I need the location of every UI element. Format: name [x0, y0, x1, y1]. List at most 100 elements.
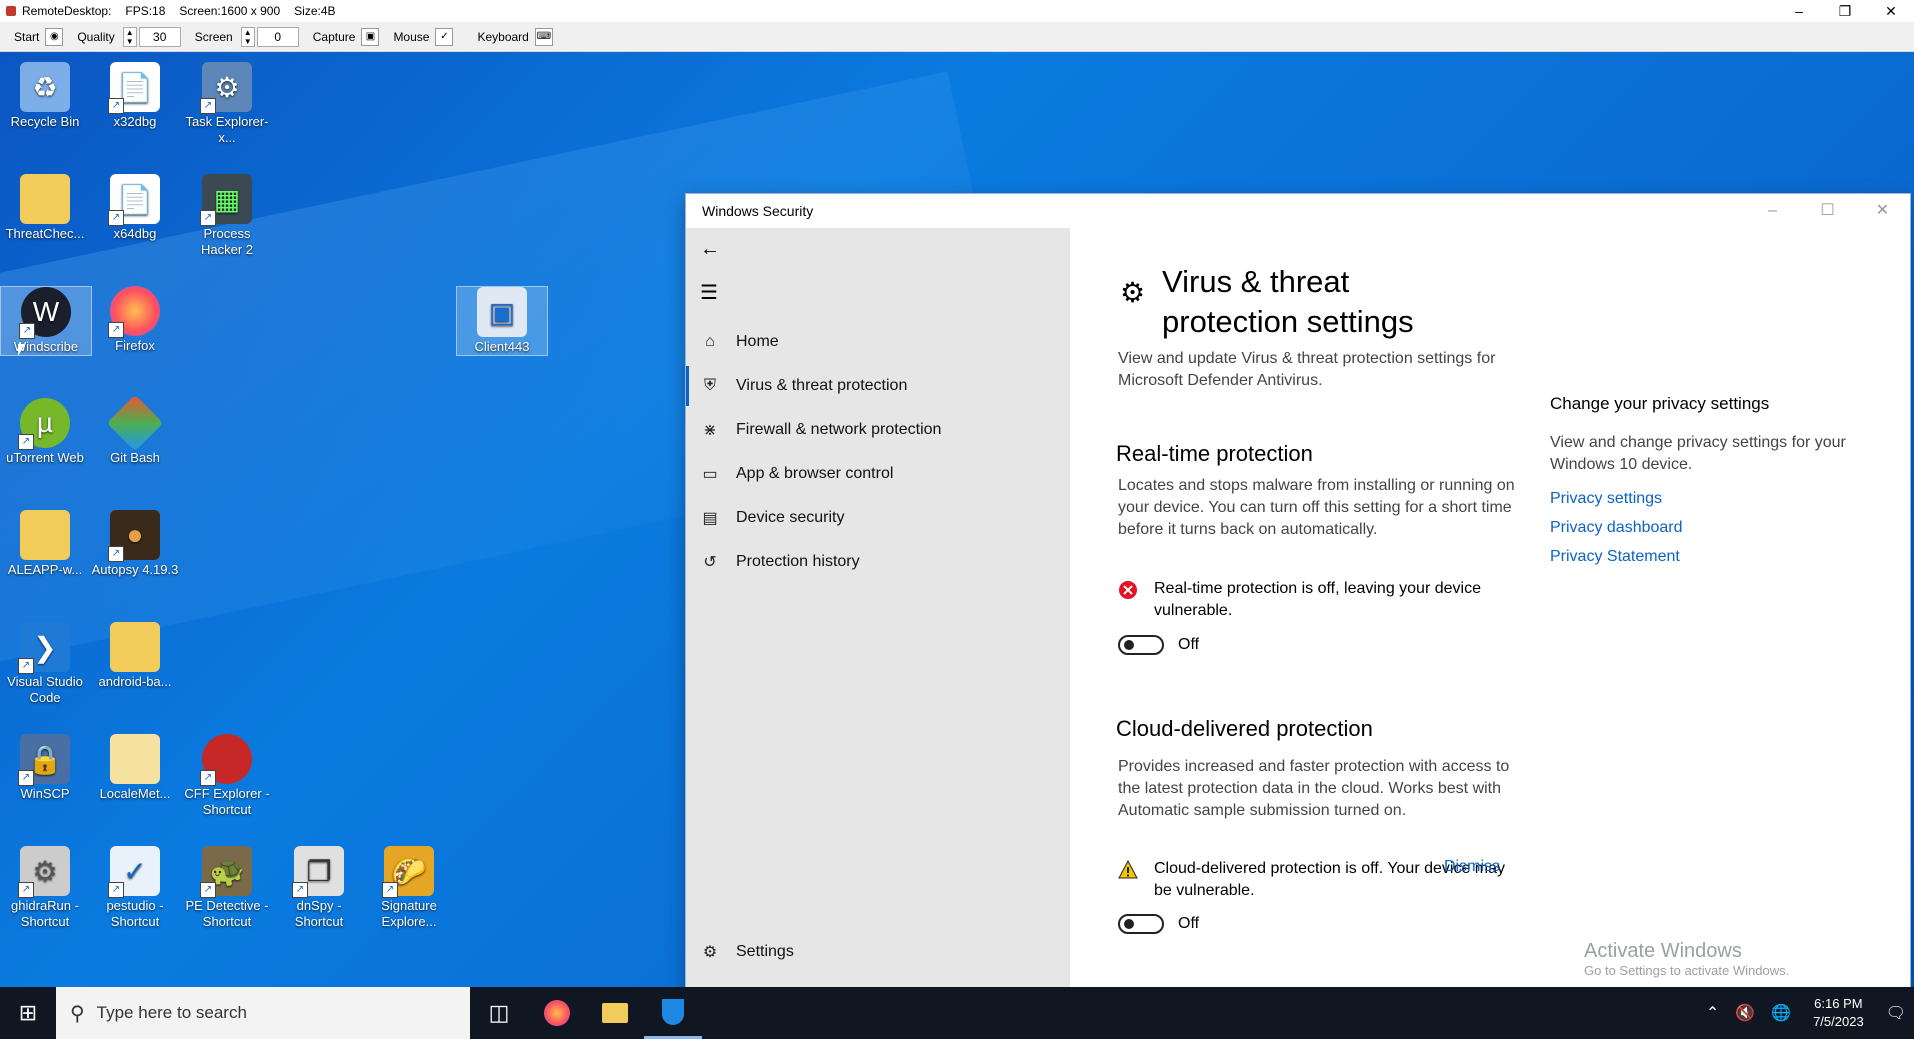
realtime-protection-toggle[interactable] [1118, 635, 1164, 655]
content-pane: ⚙ Virus & threat protection settings Vie… [1070, 228, 1910, 987]
privacy-dashboard-link[interactable]: Privacy dashboard [1550, 513, 1850, 542]
signature-explorer-icon: 🌮 ↗ [382, 846, 434, 898]
rd-title: RemoteDesktop: [22, 4, 112, 18]
remote-desktop-app-icon [6, 6, 16, 16]
start-control[interactable]: Start ◉ [14, 27, 64, 46]
realtime-body: Locates and stops malware from installin… [1118, 477, 1515, 538]
windows-security-taskbar-icon[interactable] [644, 987, 702, 1039]
nav-item-label: App & browser control [736, 465, 894, 482]
desktop-icon-autopsy[interactable]: ● ↗ Autopsy 4.19.3 [90, 510, 180, 578]
clock[interactable]: 6:16 PM 7/5/2023 [1813, 995, 1864, 1031]
minimize-icon[interactable]: – [1776, 0, 1822, 22]
desktop-icon-utorrent[interactable]: µ ↗ uTorrent Web [0, 398, 90, 466]
desktop-icon-client443[interactable]: ▣ Client443 [456, 286, 548, 356]
taskbar-search-box[interactable]: ⚲ Type here to search [56, 987, 470, 1039]
cloud-body: Provides increased and faster protection… [1118, 758, 1510, 819]
start-button-icon[interactable]: ◉ [45, 27, 64, 46]
close-icon[interactable]: ✕ [1855, 194, 1910, 228]
desktop-icon-x32dbg[interactable]: 📄 ↗ x32dbg [90, 62, 180, 130]
back-arrow-icon[interactable]: ← [700, 238, 720, 261]
gear-icon: ⚙ [702, 944, 718, 961]
history-icon: ↺ [703, 554, 717, 571]
desktop-icon-label: Signature Explore... [381, 898, 437, 929]
nav-item-protection-history[interactable]: ↺ Protection history [686, 542, 1070, 582]
desktop-icon-cff-explorer[interactable]: ↗ CFF Explorer - Shortcut [182, 734, 272, 818]
hamburger-menu-icon[interactable]: ☰ [700, 280, 718, 305]
folder-icon [20, 174, 70, 224]
window-title: Windows Security [702, 203, 814, 219]
spin-arrows-icon[interactable]: ▲ ▼ [240, 26, 255, 47]
desktop-icon-winscp[interactable]: 🔒 ↗ WinSCP [0, 734, 90, 802]
desktop-icon-label: uTorrent Web [6, 450, 84, 465]
shortcut-arrow-icon: ↗ [200, 770, 216, 786]
desktop-icon-aleapp[interactable]: ALEAPP-w... [0, 510, 90, 578]
nav-item-settings[interactable]: ⚙ Settings [686, 932, 1070, 972]
capture-button-icon[interactable]: ▣ [361, 27, 380, 46]
rd-size: Size:4B [294, 4, 336, 18]
cloud-toggle-label: Off [1178, 915, 1200, 932]
shortcut-arrow-icon: ↗ [18, 434, 34, 450]
mouse-control[interactable]: Mouse ✓ [393, 27, 454, 46]
privacy-statement-link[interactable]: Privacy Statement [1550, 542, 1850, 571]
keyboard-button-icon[interactable]: ⌨ [534, 27, 553, 46]
desktop-icon-threatcheck[interactable]: ThreatChec... [0, 174, 90, 242]
task-view-icon[interactable]: ◫ [470, 987, 528, 1039]
desktop-icon-pestudio[interactable]: ✓ ↗ pestudio - Shortcut [90, 846, 180, 930]
desktop-icon-android-ba[interactable]: android-ba... [90, 622, 180, 690]
capture-control[interactable]: Capture ▣ [313, 27, 380, 46]
shortcut-arrow-icon: ↗ [108, 322, 124, 338]
desktop-icon-signature-explorer[interactable]: 🌮 ↗ Signature Explore... [364, 846, 454, 930]
screen-value[interactable]: 0 [256, 26, 299, 47]
windows-start-icon[interactable]: ⊞ [0, 987, 56, 1039]
screen-stepper[interactable]: ▲ ▼ 0 [240, 26, 299, 47]
nav-item-label: Home [736, 333, 779, 350]
desktop-icon-pe-detective[interactable]: 🐢 ↗ PE Detective - Shortcut [182, 846, 272, 930]
shortcut-arrow-icon: ↗ [18, 658, 34, 674]
quality-value[interactable]: 30 [138, 26, 181, 47]
taskbar-firefox-icon[interactable] [528, 987, 586, 1039]
maximize-icon[interactable]: ☐ [1800, 194, 1855, 228]
desktop-icon-ghidra[interactable]: ⚙ ↗ ghidraRun - Shortcut [0, 846, 90, 930]
spin-arrows-icon[interactable]: ▲ ▼ [122, 26, 137, 47]
desktop-icon-git-bash[interactable]: Git Bash [90, 394, 180, 466]
network-globe-icon[interactable]: 🌐 [1771, 1003, 1791, 1023]
privacy-settings-link[interactable]: Privacy settings [1550, 484, 1850, 513]
desktop-icon-vscode[interactable]: ❯ ↗ Visual Studio Code [0, 622, 90, 706]
notifications-icon[interactable]: 🗨 [1886, 1003, 1906, 1023]
desktop-icon-localemet[interactable]: LocaleMet... [90, 734, 180, 802]
keyboard-control[interactable]: Keyboard ⌨ [477, 27, 553, 46]
desktop-icon-x64dbg[interactable]: 📄 ↗ x64dbg [90, 174, 180, 242]
nav-item-home[interactable]: ⌂ Home [686, 322, 1070, 362]
desktop-icon-dnspy[interactable]: ❐ ↗ dnSpy - Shortcut [274, 846, 364, 930]
close-icon[interactable]: ✕ [1868, 0, 1914, 22]
mouse-button-icon[interactable]: ✓ [435, 27, 454, 46]
activate-windows-watermark: Activate Windows Go to Settings to activ… [1584, 940, 1789, 978]
windows-security-window: Windows Security – ☐ ✕ ← ☰ ⌂ Home ⛨ Viru… [686, 194, 1910, 987]
dismiss-link[interactable]: Dismiss [1444, 858, 1500, 876]
shortcut-arrow-icon: ↗ [200, 98, 216, 114]
page-description: View and update Virus & threat protectio… [1118, 350, 1496, 389]
desktop-icon-windscribe[interactable]: W ↗ Windscribe [0, 286, 92, 356]
utorrent-icon: µ ↗ [18, 398, 70, 450]
desktop-icon-task-explorer[interactable]: ⚙ ↗ Task Explorer-x... [182, 62, 272, 146]
desktop-icon-firefox[interactable]: ↗ Firefox [90, 286, 180, 354]
cloud-protection-toggle[interactable] [1118, 914, 1164, 934]
shortcut-arrow-icon: ↗ [108, 98, 124, 114]
minimize-icon[interactable]: – [1745, 194, 1800, 228]
desktop-icon-label: x32dbg [113, 114, 157, 129]
nav-item-virus-threat-protection[interactable]: ⛨ Virus & threat protection [686, 366, 1070, 406]
chevron-up-icon[interactable]: ⌃ [1706, 1003, 1719, 1023]
desktop-icon-recycle-bin[interactable]: ♻ Recycle Bin [0, 62, 90, 130]
quality-stepper[interactable]: ▲ ▼ 30 [122, 26, 181, 47]
warning-icon [1118, 860, 1138, 879]
recycle-bin-icon: ♻ [20, 62, 70, 112]
desktop-icon-process-hacker[interactable]: ▦ ↗ Process Hacker 2 [182, 174, 272, 258]
nav-item-device-security[interactable]: ▤ Device security [686, 498, 1070, 538]
volume-muted-icon[interactable]: 🔇 [1735, 1003, 1755, 1023]
file-explorer-icon[interactable] [586, 987, 644, 1039]
nav-item-firewall-network-protection[interactable]: ⋇ Firewall & network protection [686, 410, 1070, 450]
pestudio-icon: ✓ ↗ [108, 846, 160, 898]
restore-icon[interactable]: ❐ [1822, 0, 1868, 22]
ghidra-icon: ⚙ ↗ [18, 846, 70, 898]
nav-item-app-browser-control[interactable]: ▭ App & browser control [686, 454, 1070, 494]
